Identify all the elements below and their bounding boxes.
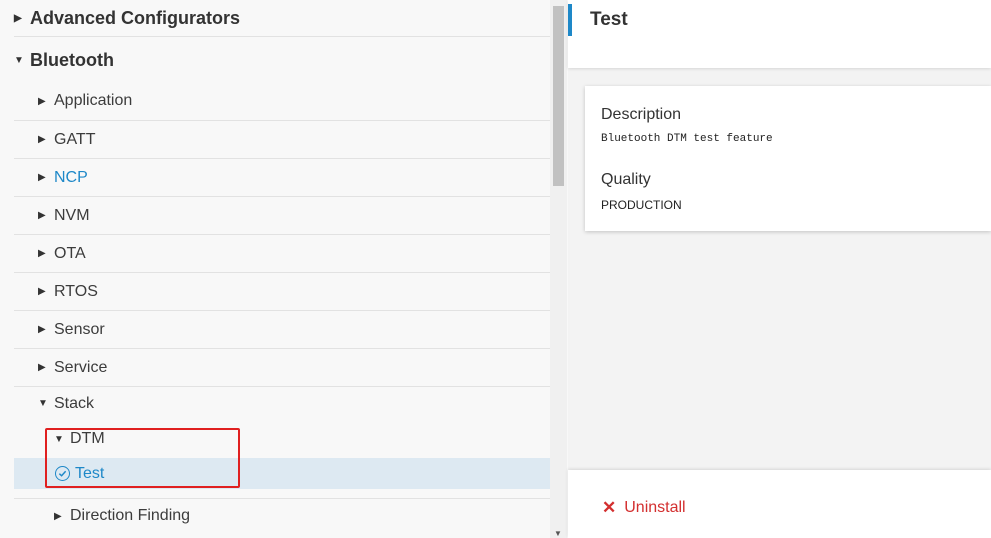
info-card: Description Bluetooth DTM test feature Q… xyxy=(585,86,991,231)
tree-item-label: Service xyxy=(54,358,108,376)
tree-item-label: GATT xyxy=(54,130,96,148)
quality-label: Quality xyxy=(601,171,651,188)
tree-item-service[interactable]: ▶ Service xyxy=(14,349,550,387)
caret-right-icon: ▶ xyxy=(38,210,46,221)
caret-right-icon: ▶ xyxy=(14,12,22,24)
uninstall-label: Uninstall xyxy=(624,499,686,516)
tree-item-rtos[interactable]: ▶ RTOS xyxy=(14,273,550,311)
caret-down-icon: ▼ xyxy=(38,398,48,409)
tree-item-label: Stack xyxy=(54,394,95,412)
tree-item-label: Bluetooth xyxy=(30,49,114,70)
tree-item-ncp[interactable]: ▶ NCP xyxy=(14,159,550,197)
description-label: Description xyxy=(601,106,682,123)
caret-right-icon: ▶ xyxy=(38,134,46,145)
caret-right-icon: ▶ xyxy=(38,362,46,373)
tree-item-bluetooth[interactable]: ▼ Bluetooth xyxy=(14,40,550,80)
tree-item-label: Application xyxy=(54,92,133,109)
tree-item-direction-finding[interactable]: ▶ Direction Finding xyxy=(14,498,550,533)
detail-header: Test xyxy=(568,0,991,68)
caret-down-icon: ▼ xyxy=(14,54,24,66)
tree-item-ota[interactable]: ▶ OTA xyxy=(14,235,550,273)
tree-item-sensor[interactable]: ▶ Sensor xyxy=(14,311,550,349)
tree-item-label: NVM xyxy=(54,206,90,224)
uninstall-button[interactable]: ✕ Uninstall xyxy=(602,498,686,518)
tree-scrollbar[interactable]: ▼ xyxy=(550,0,567,538)
caret-right-icon: ▶ xyxy=(38,248,46,259)
highlight-annotation xyxy=(45,428,240,488)
close-icon: ✕ xyxy=(602,498,617,517)
tree-item-label: RTOS xyxy=(54,282,98,300)
quality-value: PRODUCTION xyxy=(601,198,682,212)
caret-right-icon: ▶ xyxy=(38,324,46,335)
component-tree: ▶ Advanced Configurators ▼ Bluetooth ▶ A… xyxy=(0,0,568,538)
tree-item-stack[interactable]: ▼ Stack xyxy=(14,387,550,420)
detail-footer: ✕ Uninstall xyxy=(568,470,991,538)
tree-item-application[interactable]: ▶ Application xyxy=(14,82,550,121)
tree-item-advanced-configurators[interactable]: ▶ Advanced Configurators xyxy=(14,0,550,37)
caret-right-icon: ▶ xyxy=(38,95,46,107)
tree-item-gatt[interactable]: ▶ GATT xyxy=(14,121,550,159)
tree-item-label: Direction Finding xyxy=(70,507,191,524)
scrollbar-thumb[interactable] xyxy=(553,6,564,186)
tree-item-label: NCP xyxy=(54,168,88,186)
tree-item-nvm[interactable]: ▶ NVM xyxy=(14,197,550,235)
tree-item-label: Advanced Configurators xyxy=(30,7,241,28)
caret-right-icon: ▶ xyxy=(38,172,46,183)
detail-title: Test xyxy=(590,9,628,30)
caret-right-icon: ▶ xyxy=(38,286,46,297)
detail-panel: Test Description Bluetooth DTM test feat… xyxy=(568,0,991,538)
title-accent-bar xyxy=(568,4,572,36)
tree-item-label: OTA xyxy=(54,244,86,262)
caret-right-icon: ▶ xyxy=(54,510,62,522)
scroll-down-arrow-icon[interactable]: ▼ xyxy=(554,529,562,538)
tree-item-label: Sensor xyxy=(54,320,105,338)
description-value: Bluetooth DTM test feature xyxy=(601,133,773,145)
